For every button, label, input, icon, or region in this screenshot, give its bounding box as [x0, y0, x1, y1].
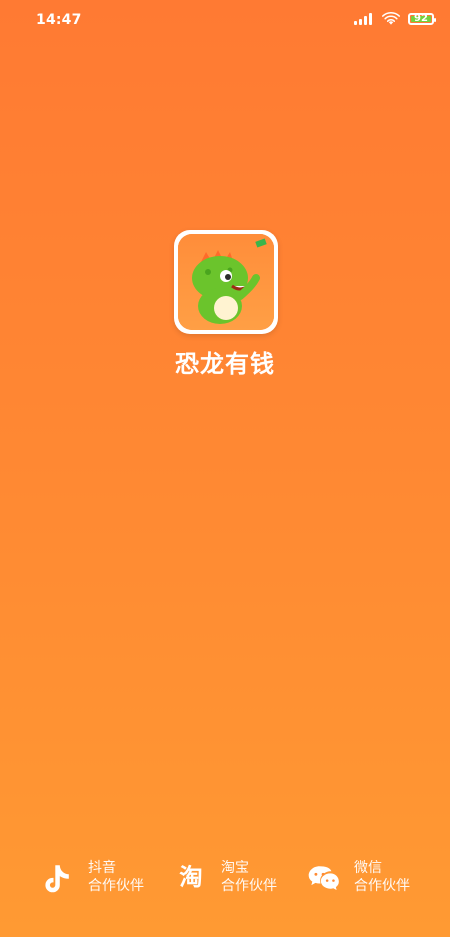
taobao-icon: 淘	[179, 863, 202, 891]
partner-subtitle: 合作伙伴	[221, 878, 277, 894]
partner-subtitle: 合作伙伴	[88, 878, 144, 894]
dinosaur-illustration	[178, 234, 274, 330]
partner-taobao: 淘 淘宝 合作伙伴	[173, 859, 277, 895]
partner-name: 淘宝	[221, 860, 249, 876]
partner-taobao-label: 淘宝 合作伙伴	[221, 859, 277, 895]
partner-douyin-label: 抖音 合作伙伴	[88, 859, 144, 895]
partner-name: 微信	[354, 860, 382, 876]
wifi-icon	[382, 12, 400, 25]
svg-text:淘: 淘	[179, 863, 202, 891]
app-name: 恐龙有钱	[175, 350, 275, 378]
status-icons: 92	[354, 10, 436, 28]
partner-douyin: 抖音 合作伙伴	[40, 859, 144, 895]
status-time: 14:47	[36, 12, 82, 28]
battery-icon: 92	[408, 13, 436, 25]
wechat-icon	[308, 866, 339, 891]
battery-percent: 92	[414, 13, 428, 24]
partners-bar: 抖音 合作伙伴 淘 淘宝 合作伙伴 微信 合作伙伴	[0, 847, 450, 907]
partner-wechat-label: 微信 合作伙伴	[354, 859, 410, 895]
status-bar: 14:47 92	[0, 0, 450, 40]
cellular-signal-icon	[354, 13, 374, 25]
partner-name: 抖音	[88, 860, 116, 876]
partner-subtitle: 合作伙伴	[354, 878, 410, 894]
partner-wechat: 微信 合作伙伴	[306, 859, 410, 895]
app-logo-container	[174, 230, 278, 334]
douyin-icon	[45, 865, 69, 893]
dinosaur-app-logo-icon	[178, 234, 274, 330]
